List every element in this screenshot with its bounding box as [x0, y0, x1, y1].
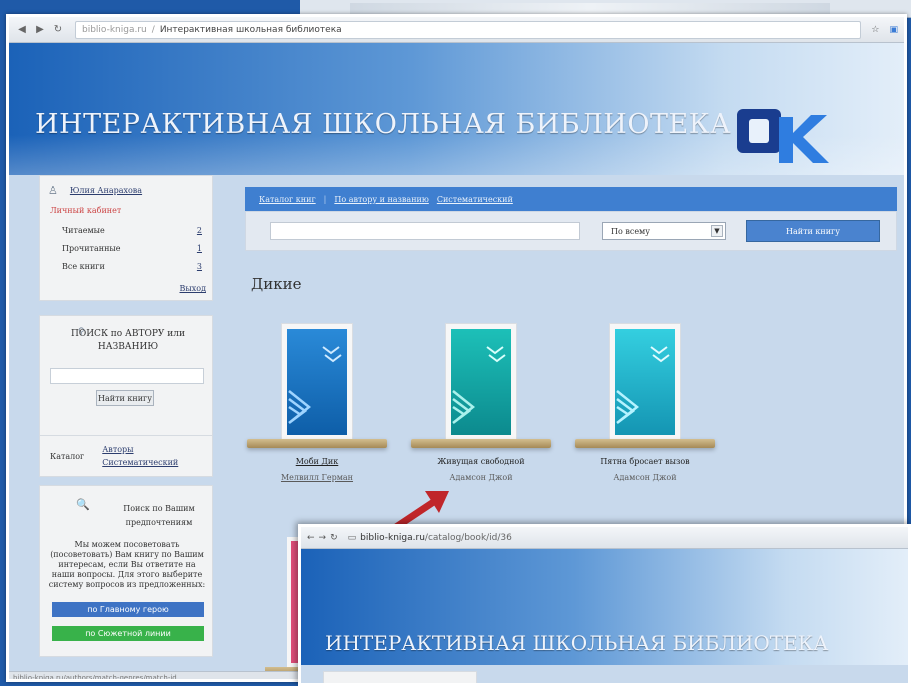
author-search-title: ПОИСК по АВТОРУ или НАЗВАНИЮ — [70, 329, 185, 352]
overlay-address-path: /catalog/book/id/36 — [424, 532, 512, 543]
user-panel: ♙ Юлия Анарахова Личный кабинет Читаемые… — [39, 175, 213, 301]
overlay-address-bar[interactable]: ▭ biblio-kniga.ru/catalog/book/id/36 — [342, 530, 902, 546]
book-title[interactable]: Пятна бросает вызов — [575, 457, 715, 466]
breadcrumb: Каталог книг | По автору и названию Сист… — [245, 187, 897, 211]
overlay-banner: ИНТЕРАКТИВНАЯ ШКОЛЬНАЯ БИБЛИОТЕКА — [301, 549, 908, 665]
crumb-separator: | — [323, 194, 327, 204]
reload-icon[interactable]: ↻ — [330, 533, 338, 543]
chevron-down-icon: ▼ — [711, 225, 723, 237]
section-title: Дикие — [251, 275, 302, 293]
overlay-content-strip — [301, 665, 908, 683]
stat-read: Прочитанные 1 — [62, 244, 202, 253]
book-author[interactable]: Адамсон Джой — [575, 473, 715, 482]
author-search-input[interactable] — [50, 368, 204, 384]
stat-all-count[interactable]: 3 — [197, 262, 202, 271]
book-search-input[interactable] — [270, 222, 580, 240]
book-search-button[interactable]: Найти книгу — [746, 220, 880, 242]
logout-link[interactable]: Выход — [180, 284, 207, 293]
catalog-panel: Каталог Авторы Систематический — [39, 435, 213, 477]
catalog-link-authors[interactable]: Авторы — [102, 445, 178, 454]
book-title[interactable]: Моби Дик — [247, 457, 387, 466]
plot-questions-button[interactable]: по Сюжетной линии — [52, 626, 204, 641]
crumb-systematic[interactable]: Систематический — [437, 195, 513, 204]
book-cover-art — [451, 329, 511, 435]
back-icon[interactable]: ◀ — [15, 23, 29, 37]
crumb-catalog[interactable]: Каталог книг — [259, 195, 316, 204]
stat-read-count[interactable]: 1 — [197, 244, 202, 253]
address-title: Интерактивная школьная библиотека — [159, 24, 342, 35]
extension-icon[interactable]: ▣ — [889, 25, 898, 35]
magnifier-icon: 🔍 — [76, 498, 90, 511]
preferences-title: Поиск по Вашим предпочтениям — [123, 504, 195, 527]
back-icon[interactable]: ← — [307, 533, 315, 543]
preferences-text: Мы можем посоветовать (посоветовать) Вам… — [48, 540, 206, 589]
stat-reading: Читаемые 2 — [62, 226, 202, 235]
stat-reading-count[interactable]: 2 — [197, 226, 202, 235]
status-bar: biblio-kniga.ru/authors/match-genres/mat… — [9, 671, 299, 679]
book-author[interactable]: Адамсон Джой — [411, 473, 551, 482]
user-icon: ♙ — [48, 184, 58, 197]
book-search-row: По всему ▼ Найти книгу — [245, 211, 897, 251]
address-host: biblio-kniga.ru — [82, 24, 147, 35]
site-title: ИНТЕРАКТИВНАЯ ШКОЛЬНАЯ БИБЛИОТЕКА — [35, 109, 732, 140]
browser-toolbar: ◀ ▶ ↻ biblio-kniga.ru / Интерактивная шк… — [9, 17, 904, 43]
forward-icon[interactable]: → — [319, 533, 327, 543]
forward-icon[interactable]: ▶ — [33, 23, 47, 37]
user-name[interactable]: Юлия Анарахова — [70, 186, 142, 195]
stat-all: Все книги 3 — [62, 262, 202, 271]
book-cover[interactable] — [445, 323, 517, 441]
overlay-address-host: biblio-kniga.ru — [360, 532, 425, 543]
bookshelf — [411, 439, 551, 448]
overlay-site-title: ИНТЕРАКТИВНАЯ ШКОЛЬНАЯ БИБЛИОТЕКА — [325, 631, 829, 655]
search-scope-select[interactable]: По всему ▼ — [602, 222, 726, 240]
catalog-link-systematic[interactable]: Систематический — [102, 458, 178, 467]
site-banner: ИНТЕРАКТИВНАЯ ШКОЛЬНАЯ БИБЛИОТЕКА — [9, 43, 904, 175]
overlay-browser-window: ← → ↻ ▭ biblio-kniga.ru/catalog/book/id/… — [298, 524, 911, 686]
book-title[interactable]: Живущая свободной — [411, 457, 551, 466]
overlay-toolbar: ← → ↻ ▭ biblio-kniga.ru/catalog/book/id/… — [301, 527, 908, 549]
cabinet-label[interactable]: Личный кабинет — [50, 206, 121, 215]
preferences-panel: 🔍 Поиск по Вашим предпочтениям Мы можем … — [39, 485, 213, 657]
author-search-panel: ⚲ ПОИСК по АВТОРУ или НАЗВАНИЮ Найти кни… — [39, 315, 213, 439]
bookshelf — [247, 439, 387, 448]
book-cover[interactable] — [281, 323, 353, 441]
page-icon: ▭ — [347, 532, 357, 543]
book-cover[interactable] — [609, 323, 681, 441]
site-logo — [737, 109, 829, 163]
reload-icon[interactable]: ↻ — [51, 23, 65, 37]
address-separator: / — [151, 24, 155, 35]
star-icon[interactable]: ☆ — [871, 25, 879, 35]
book-cover-art — [287, 329, 347, 435]
crumb-author-title[interactable]: По автору и названию — [334, 195, 428, 204]
find-book-button[interactable]: Найти книгу — [96, 390, 154, 406]
catalog-label: Каталог — [50, 451, 85, 461]
bookshelf — [575, 439, 715, 448]
hero-questions-button[interactable]: по Главному герою — [52, 602, 204, 617]
address-bar[interactable]: biblio-kniga.ru / Интерактивная школьная… — [75, 20, 862, 39]
book-cover-art — [615, 329, 675, 435]
book-author[interactable]: Мелвилл Герман — [247, 473, 387, 482]
